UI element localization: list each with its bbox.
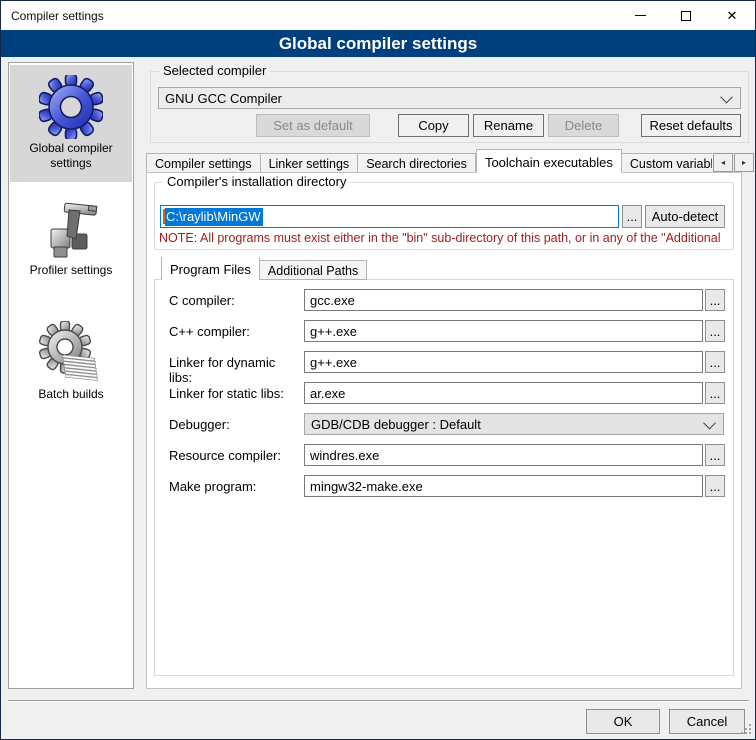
copy-button[interactable]: Copy	[398, 114, 469, 137]
dynamic-linker-label: Linker for dynamic libs:	[169, 351, 301, 385]
tab-scroll-right-button[interactable]: ▸	[734, 153, 754, 172]
resource-compiler-input[interactable]	[304, 444, 703, 466]
debugger-combo[interactable]: GDB/CDB debugger : Default	[304, 413, 724, 435]
resource-compiler-browse-button[interactable]: ...	[705, 444, 725, 466]
tab-toolchain-executables[interactable]: Toolchain executables	[476, 149, 622, 173]
static-linker-input[interactable]	[304, 382, 703, 404]
window-controls: ✕	[617, 1, 755, 30]
chevron-down-icon	[720, 90, 733, 103]
debugger-value: GDB/CDB debugger : Default	[305, 417, 705, 432]
reset-defaults-button[interactable]: Reset defaults	[641, 114, 741, 137]
sidebar-item-label: Global compiler settings	[29, 141, 112, 170]
compiler-gear-icon	[39, 75, 103, 139]
set-as-default-button[interactable]: Set as default	[256, 114, 370, 137]
c-compiler-input[interactable]	[304, 289, 703, 311]
dynamic-linker-input[interactable]	[304, 351, 703, 373]
subtab-additional-paths[interactable]: Additional Paths	[260, 260, 367, 280]
debugger-label: Debugger:	[169, 413, 301, 432]
title-bar[interactable]: Compiler settings ✕	[1, 1, 755, 30]
arrow-right-icon: ▸	[742, 158, 746, 167]
tab-custom-variables[interactable]: Custom variables	[622, 153, 712, 173]
maximize-button[interactable]	[663, 1, 709, 30]
static-linker-label: Linker for static libs:	[169, 382, 301, 401]
selected-compiler-value: GNU GCC Compiler	[159, 91, 722, 106]
auto-detect-button[interactable]: Auto-detect	[645, 205, 725, 228]
sidebar-item-label: Batch builds	[38, 387, 103, 401]
resize-grip[interactable]	[740, 724, 751, 735]
window-title: Compiler settings	[1, 9, 104, 23]
batch-builds-icon	[39, 321, 103, 385]
cpp-compiler-input[interactable]	[304, 320, 703, 342]
page-title: Global compiler settings	[1, 30, 755, 57]
c-compiler-label: C compiler:	[169, 289, 301, 308]
minimize-button[interactable]	[617, 1, 663, 30]
close-icon: ✕	[727, 9, 738, 22]
footer-separator	[8, 700, 749, 702]
subtab-program-files[interactable]: Program Files	[161, 257, 260, 280]
minimize-icon	[635, 15, 646, 16]
make-program-input[interactable]	[304, 475, 703, 497]
dynamic-linker-browse-button[interactable]: ...	[705, 351, 725, 373]
make-program-browse-button[interactable]: ...	[705, 475, 725, 497]
cpp-compiler-browse-button[interactable]: ...	[705, 320, 725, 342]
rename-button[interactable]: Rename	[473, 114, 544, 137]
sidebar-item-batch-builds[interactable]: Batch builds	[10, 315, 132, 415]
delete-button[interactable]: Delete	[548, 114, 619, 137]
installation-directory-value: C:\raylib\MinGW	[165, 208, 263, 226]
program-files-tabs: Program Files Additional Paths	[161, 257, 461, 280]
ok-button[interactable]: OK	[586, 709, 660, 734]
bin-subdirectory-note: NOTE: All programs must exist either in …	[159, 231, 727, 245]
static-linker-browse-button[interactable]: ...	[705, 382, 725, 404]
profiler-caliper-icon	[39, 197, 103, 261]
selected-compiler-group-label: Selected compiler	[159, 63, 270, 78]
chevron-down-icon	[703, 416, 716, 429]
installation-directory-input[interactable]: C:\raylib\MinGW	[160, 205, 619, 228]
tab-search-directories[interactable]: Search directories	[358, 153, 476, 173]
cancel-button[interactable]: Cancel	[669, 709, 745, 734]
sidebar-item-profiler-settings[interactable]: Profiler settings	[10, 191, 132, 291]
tab-compiler-settings[interactable]: Compiler settings	[146, 153, 261, 173]
compiler-settings-dialog: Compiler settings ✕ Global compiler sett…	[0, 0, 756, 740]
tab-linker-settings[interactable]: Linker settings	[261, 153, 359, 173]
installation-directory-group-label: Compiler's installation directory	[163, 174, 351, 189]
settings-category-list: Global compiler settings Profiler	[8, 62, 134, 689]
sidebar-item-label: Profiler settings	[30, 263, 113, 277]
compiler-tabs: Compiler settings Linker settings Search…	[146, 149, 712, 173]
c-compiler-browse-button[interactable]: ...	[705, 289, 725, 311]
selected-compiler-combo[interactable]: GNU GCC Compiler	[158, 87, 741, 109]
close-button[interactable]: ✕	[709, 1, 755, 30]
sidebar-item-global-compiler-settings[interactable]: Global compiler settings	[10, 65, 132, 182]
tab-scroll-left-button[interactable]: ◂	[713, 153, 733, 172]
cpp-compiler-label: C++ compiler:	[169, 320, 301, 339]
make-program-label: Make program:	[169, 475, 301, 494]
resource-compiler-label: Resource compiler:	[169, 444, 301, 463]
browse-directory-button[interactable]: ...	[622, 205, 642, 228]
arrow-left-icon: ◂	[721, 158, 725, 167]
maximize-icon	[681, 11, 691, 21]
